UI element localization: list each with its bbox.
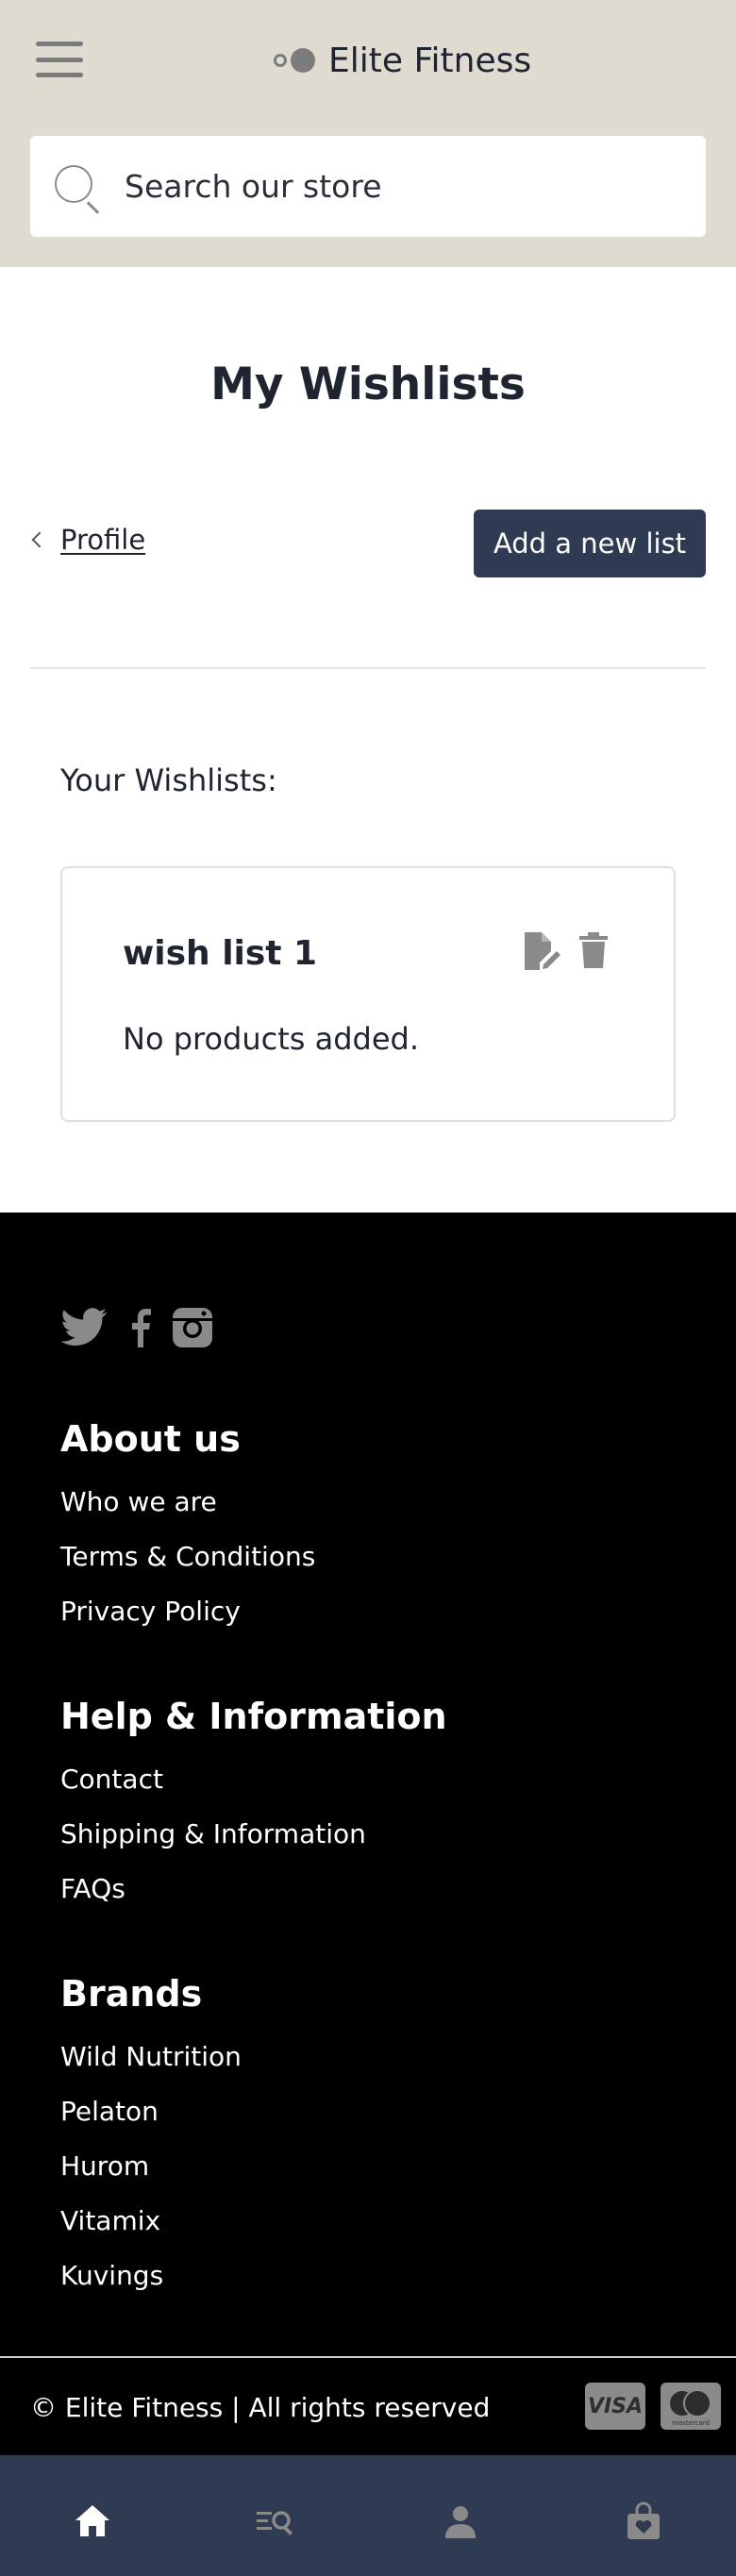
footer-link-pelaton[interactable]: Pelaton: [60, 2096, 159, 2127]
section-divider: [30, 667, 706, 669]
bottom-navigation: [0, 2455, 736, 2576]
footer-link-terms[interactable]: Terms & Conditions: [60, 1541, 315, 1572]
footer-link-contact[interactable]: Contact: [60, 1764, 163, 1795]
footer-link-shipping[interactable]: Shipping & Information: [60, 1818, 366, 1849]
footer-link-kuvings[interactable]: Kuvings: [60, 2260, 163, 2291]
account-icon[interactable]: [440, 2501, 481, 2542]
footer-help-title: Help & Information: [60, 1696, 447, 1737]
home-icon[interactable]: [72, 2501, 113, 2542]
twitter-icon[interactable]: [60, 1308, 108, 1347]
search-bar[interactable]: Search our store: [30, 136, 706, 237]
wishlists-heading: Your Wishlists:: [60, 762, 277, 798]
footer-link-faqs[interactable]: FAQs: [60, 1873, 125, 1904]
search-input[interactable]: Search our store: [125, 168, 382, 205]
mastercard-label: mastercard: [672, 2419, 710, 2427]
footer-link-hurom[interactable]: Hurom: [60, 2150, 149, 2182]
mastercard-icon: mastercard: [661, 2383, 721, 2430]
visa-label: VISA: [587, 2394, 644, 2418]
page-title: My Wishlists: [210, 359, 526, 410]
add-new-list-button[interactable]: Add a new list: [474, 510, 706, 577]
footer-about-title: About us: [60, 1418, 241, 1460]
facebook-icon[interactable]: [128, 1308, 151, 1347]
copyright-text: © Elite Fitness | All rights reserved: [30, 2392, 491, 2423]
edit-document-icon[interactable]: [521, 930, 560, 972]
footer-brands-title: Brands: [60, 1973, 203, 2015]
brand-name: Elite Fitness: [328, 41, 532, 80]
back-link-label[interactable]: Profile: [60, 524, 145, 556]
search-list-icon[interactable]: [255, 2501, 296, 2542]
shopping-bag-icon[interactable]: [623, 2501, 664, 2542]
chevron-left-icon: [31, 531, 48, 548]
site-header: Elite Fitness Search our store: [0, 0, 736, 267]
footer-divider: [0, 2356, 736, 2358]
trash-icon[interactable]: [577, 930, 610, 970]
brand-logo-link[interactable]: Elite Fitness: [274, 34, 531, 87]
search-icon[interactable]: [51, 161, 102, 213]
site-footer: About us Who we are Terms & Conditions P…: [0, 1213, 736, 2455]
hamburger-menu-icon[interactable]: [34, 38, 85, 81]
wishlist-status: No products added.: [123, 1021, 420, 1057]
elite-fitness-logo-icon: [274, 48, 315, 73]
social-links: [60, 1307, 213, 1348]
footer-link-wild-nutrition[interactable]: Wild Nutrition: [60, 2041, 242, 2072]
wishlist-name[interactable]: wish list 1: [123, 934, 317, 973]
footer-link-vitamix[interactable]: Vitamix: [60, 2205, 160, 2236]
instagram-icon[interactable]: [172, 1307, 213, 1348]
wishlist-card: wish list 1 No products added.: [60, 866, 676, 1122]
back-to-profile-link[interactable]: Profile: [31, 524, 145, 556]
visa-icon: VISA: [585, 2383, 645, 2430]
footer-link-who-we-are[interactable]: Who we are: [60, 1486, 217, 1517]
footer-link-privacy[interactable]: Privacy Policy: [60, 1596, 241, 1627]
